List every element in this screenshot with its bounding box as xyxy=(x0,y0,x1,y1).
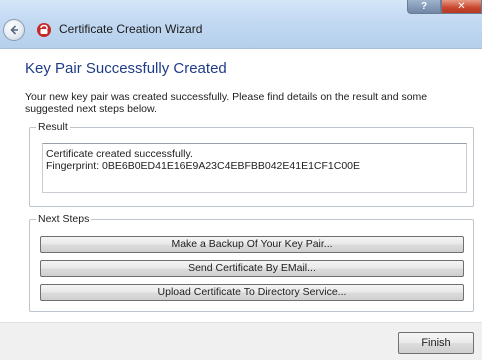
finish-button[interactable]: Finish xyxy=(398,332,474,354)
window-title: Certificate Creation Wizard xyxy=(59,22,203,36)
kleopatra-app-icon xyxy=(37,23,51,37)
next-steps-group-label: Next Steps xyxy=(36,213,92,225)
upload-certificate-button[interactable]: Upload Certificate To Directory Service.… xyxy=(40,284,464,301)
make-backup-button[interactable]: Make a Backup Of Your Key Pair... xyxy=(40,236,464,253)
result-fingerprint-line: Fingerprint: 0BE6B0ED41E16E9A23C4EBFBB04… xyxy=(46,160,361,172)
result-group: Result Certificate created successfully.… xyxy=(29,121,474,207)
help-button[interactable]: ? xyxy=(407,0,441,14)
result-status-line: Certificate created successfully. xyxy=(46,148,193,160)
close-button[interactable]: ✕ xyxy=(441,0,482,14)
footer-bar: Finish xyxy=(0,322,482,360)
send-certificate-email-button[interactable]: Send Certificate By EMail... xyxy=(40,260,464,277)
result-group-label: Result xyxy=(36,121,70,133)
back-arrow-icon xyxy=(10,25,18,35)
page-title: Key Pair Successfully Created xyxy=(25,60,227,77)
intro-text: Your new key pair was created successful… xyxy=(25,91,428,115)
result-text-area[interactable]: Certificate created successfully. Finger… xyxy=(42,143,467,193)
back-button[interactable] xyxy=(3,19,25,41)
next-steps-group: Next Steps Make a Backup Of Your Key Pai… xyxy=(29,213,474,312)
title-bar: Certificate Creation Wizard ? ✕ xyxy=(0,0,482,49)
